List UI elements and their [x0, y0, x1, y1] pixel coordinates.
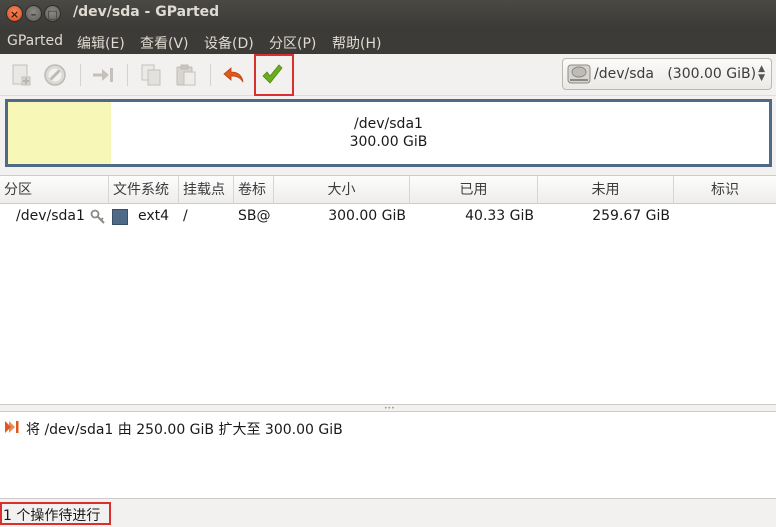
cell-label: SB@ [238, 208, 271, 224]
menu-help[interactable]: 帮助(H) [332, 33, 381, 53]
resize-move-button[interactable] [90, 62, 116, 88]
paste-button[interactable] [173, 62, 199, 88]
toolbar-separator [210, 64, 211, 86]
window-title: /dev/sda - GParted [73, 4, 220, 20]
copy-icon [141, 64, 161, 86]
pending-operations-status: 1 个操作待进行 [3, 508, 101, 524]
column-header-used[interactable]: 已用 [410, 176, 538, 204]
cell-used: 40.33 GiB [465, 208, 534, 224]
cell-size: 300.00 GiB [328, 208, 406, 224]
menu-device[interactable]: 设备(D) [204, 33, 254, 53]
status-bar: 1 个操作待进行 [0, 500, 776, 527]
new-partition-button[interactable] [8, 62, 34, 88]
menu-edit[interactable]: 编辑(E) [77, 33, 125, 53]
device-selector-value: /dev/sda (300.00 GiB) [594, 66, 757, 82]
menu-gparted[interactable]: GParted [7, 33, 63, 49]
apply-highlight-box [254, 54, 294, 96]
used-space-fill [8, 102, 111, 164]
disk-graphic-partition-size: 300.00 GiB [349, 134, 428, 150]
close-window-button[interactable]: × [6, 5, 23, 22]
undo-button[interactable] [221, 62, 247, 88]
delete-button[interactable] [42, 62, 68, 88]
table-row[interactable]: /dev/sda1 ext4 / SB@ 300.00 GiB 40.33 Gi… [0, 204, 776, 230]
cell-partition: /dev/sda1 [16, 208, 85, 224]
resize-operation-icon [5, 421, 19, 433]
spin-arrows-icon: ▲ ▼ [758, 64, 765, 83]
toolbar-separator [127, 64, 128, 86]
copy-button[interactable] [138, 62, 164, 88]
maximize-window-button[interactable]: □ [44, 5, 61, 22]
toolbar-separator [80, 64, 81, 86]
column-header-size[interactable]: 大小 [274, 176, 410, 204]
cell-mountpoint: / [183, 208, 188, 224]
disk-graphic-partition-name: /dev/sda1 [354, 116, 423, 132]
column-header-filesystem[interactable]: 文件系统 [109, 176, 179, 204]
column-header-label[interactable]: 卷标 [234, 176, 274, 204]
device-selector[interactable]: /dev/sda (300.00 GiB) ▲ ▼ [562, 58, 772, 90]
title-bar: × – □ /dev/sda - GParted [0, 0, 776, 27]
paste-icon [176, 64, 196, 86]
column-header-mountpoint[interactable]: 挂载点 [179, 176, 234, 204]
menu-bar: GParted 编辑(E) 查看(V) 设备(D) 分区(P) 帮助(H) [0, 27, 776, 54]
column-header-partition[interactable]: 分区 [0, 176, 109, 204]
pending-operations-list: 将 /dev/sda1 由 250.00 GiB 扩大至 300.00 GiB [0, 411, 776, 499]
resize-move-icon [93, 68, 113, 82]
menu-partition[interactable]: 分区(P) [269, 33, 316, 53]
operation-item[interactable]: 将 /dev/sda1 由 250.00 GiB 扩大至 300.00 GiB [26, 419, 343, 439]
partition-table: 分区 文件系统 挂载点 卷标 大小 已用 未用 标识 /dev/sda1 ext… [0, 175, 776, 405]
column-header-unused[interactable]: 未用 [538, 176, 674, 204]
table-header: 分区 文件系统 挂载点 卷标 大小 已用 未用 标识 [0, 176, 776, 204]
hard-disk-icon [567, 64, 591, 84]
disk-graphic[interactable]: /dev/sda1 300.00 GiB [5, 99, 772, 167]
column-header-flags[interactable]: 标识 [674, 176, 776, 204]
filesystem-color-swatch [112, 209, 128, 225]
new-partition-icon [12, 64, 31, 86]
minimize-window-button[interactable]: – [25, 5, 42, 22]
cell-unused: 259.67 GiB [592, 208, 670, 224]
menu-view[interactable]: 查看(V) [140, 33, 189, 53]
key-icon [90, 209, 105, 224]
cell-filesystem: ext4 [138, 208, 170, 224]
delete-icon [44, 64, 66, 86]
undo-icon [223, 67, 244, 83]
